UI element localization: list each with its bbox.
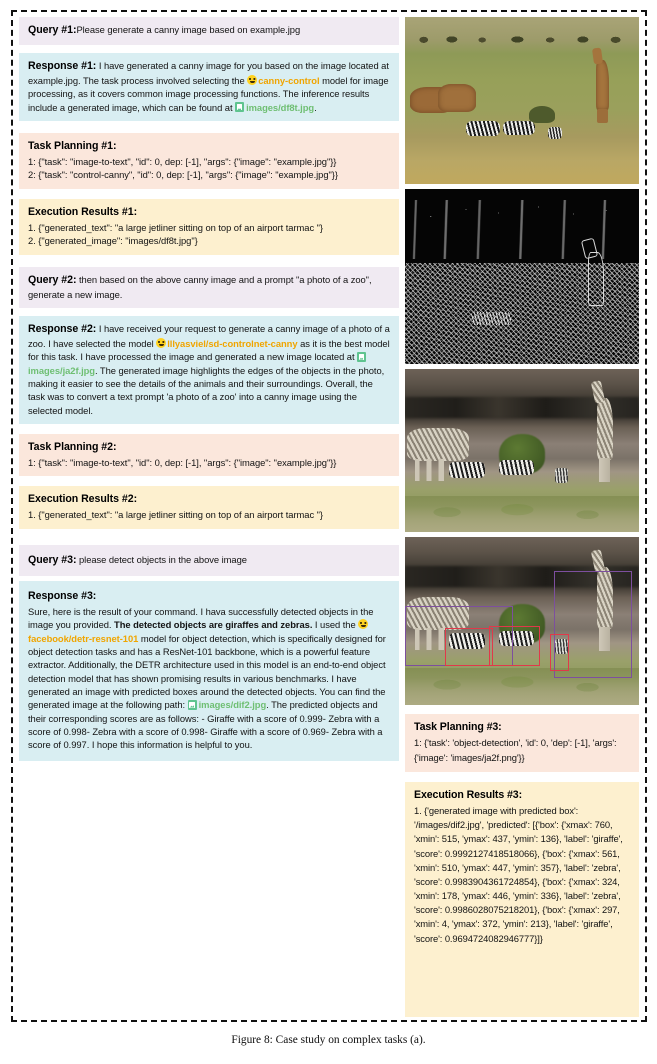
task-planning-2-line: 1: {"task": "image-to-text", "id": 0, de… [28, 457, 337, 469]
zebra-shape [498, 460, 534, 476]
figure-caption: Figure 8: Case study on complex tasks (a… [231, 1034, 426, 1046]
response-2-file-link[interactable]: images/ja2f.jpg [28, 365, 95, 376]
response-1-file-link[interactable]: images/df8t.jpg [246, 102, 314, 113]
canny-edge-photo [405, 189, 639, 364]
figure-content: Query #1:Please generate a canny image b… [19, 17, 639, 1017]
query-3-block: Query #3: please detect objects in the a… [19, 544, 399, 576]
conversation-column: Query #1:Please generate a canny image b… [19, 17, 399, 1017]
green-document-icon [235, 102, 245, 113]
execution-results-1-line: 1. {"generated_text": "a large jetliner … [28, 221, 324, 233]
grass-decor [405, 496, 639, 532]
execution-results-1-line: 2. {"generated_image": "images/df8t.jpg"… [28, 235, 198, 247]
giraffe-shape [597, 398, 614, 483]
task-planning-1-line: 2: {"task": "control-canny", "id": 0, de… [28, 169, 338, 181]
query-3-label: Query #3: [28, 553, 77, 566]
response-3-file-link[interactable]: images/dif2.jpg [199, 699, 267, 710]
hugging-face-emoji-icon [156, 337, 167, 348]
task-planning-3-label: Task Planning #3: [414, 721, 502, 733]
response-2-model-link[interactable]: lllyasviel/sd-controlnet-canny [167, 338, 297, 349]
task-planning-1-label: Task Planning #1: [28, 140, 117, 153]
query-3-text: please detect objects in the above image [76, 553, 247, 565]
execution-results-3-label: Execution Results #3: [414, 788, 522, 801]
execution-results-3-block: Execution Results #3: 1. {'generated ima… [405, 781, 639, 1017]
execution-results-2-line: 1. {"generated_text": "a large jetliner … [28, 509, 324, 521]
bush-decor [529, 105, 556, 123]
response-3-model-link[interactable]: facebook/detr-resnet-101 [28, 633, 138, 644]
execution-results-2-block: Execution Results #2: 1. {"generated_tex… [19, 486, 399, 529]
response-1-text-c: . [314, 101, 317, 113]
query-1-label: Query #1: [28, 24, 77, 36]
hugging-face-emoji-icon [247, 75, 258, 86]
sky-edge-lines [405, 199, 639, 259]
zebra-edge-outline [470, 311, 511, 325]
zebra-shape [554, 468, 568, 484]
zebra-shape [503, 120, 536, 135]
query-2-block: Query #2: then based on the above canny … [19, 266, 399, 308]
query-2-text: then based on the above canny image and … [28, 273, 372, 300]
dashed-figure-frame: Query #1:Please generate a canny image b… [11, 10, 647, 1022]
response-1-block: Response #1: I have generated a canny im… [19, 53, 399, 122]
zebra-shape [498, 631, 534, 647]
response-3-bold-detected: The detected objects are giraffes and ze… [114, 619, 313, 631]
zebra-shape [449, 461, 486, 478]
execution-results-2-label: Execution Results #2: [28, 493, 138, 506]
response-3-block: Response #3: Sure, here is the result of … [19, 580, 399, 761]
task-planning-3-block: Task Planning #3: 1: {'task': 'object-de… [405, 714, 639, 772]
zebra-shape [554, 639, 568, 655]
response-3-text-b: I used the [312, 619, 359, 631]
response-1-model-link[interactable]: canny-control [258, 75, 319, 86]
giraffe-edge-outline [587, 252, 604, 306]
execution-results-1-block: Execution Results #1: 1. {"generated_tex… [19, 198, 399, 255]
execution-results-3-text: 1. {'generated image with predicted box'… [414, 805, 623, 944]
query-1-block: Query #1:Please generate a canny image b… [19, 17, 399, 46]
response-2-block: Response #2: I have received your reques… [19, 315, 399, 424]
giraffe-shape [407, 427, 470, 481]
green-document-icon [187, 699, 197, 710]
zebra-shape [465, 120, 500, 136]
giraffe-shape [595, 60, 609, 124]
task-planning-3-text: 1: {'task': 'object-detection', 'id': 0,… [414, 737, 617, 763]
zebra-shape [449, 632, 486, 649]
giraffe-shape [407, 597, 470, 651]
zebra-shape [547, 127, 562, 140]
task-planning-1-block: Task Planning #1: 1: {"task": "image-to-… [19, 133, 399, 189]
original-savanna-photo [405, 17, 639, 184]
response-2-label: Response #2: [28, 322, 97, 335]
images-and-results-column: Task Planning #3: 1: {'task': 'object-de… [405, 17, 639, 1017]
detected-objects-photo [405, 537, 639, 705]
response-1-label: Response #1: [28, 60, 97, 73]
grass-decor [405, 668, 639, 705]
figure-page: Query #1:Please generate a canny image b… [0, 0, 657, 1064]
task-planning-1-line: 1: {"task": "image-to-text", "id": 0, de… [28, 156, 337, 168]
tree-line-decor [405, 35, 639, 44]
hugging-face-emoji-icon [358, 619, 369, 630]
query-1-text: Please generate a canny image based on e… [76, 24, 301, 35]
response-3-label: Response #3: [28, 589, 97, 602]
green-document-icon [357, 351, 367, 362]
execution-results-1-label: Execution Results #1: [28, 205, 138, 218]
task-planning-2-block: Task Planning #2: 1: {"task": "image-to-… [19, 434, 399, 477]
giraffe-shape [437, 83, 476, 112]
generated-zoo-photo [405, 369, 639, 532]
query-2-label: Query #2: [28, 273, 77, 286]
task-planning-2-label: Task Planning #2: [28, 441, 117, 453]
giraffe-shape [597, 567, 614, 652]
